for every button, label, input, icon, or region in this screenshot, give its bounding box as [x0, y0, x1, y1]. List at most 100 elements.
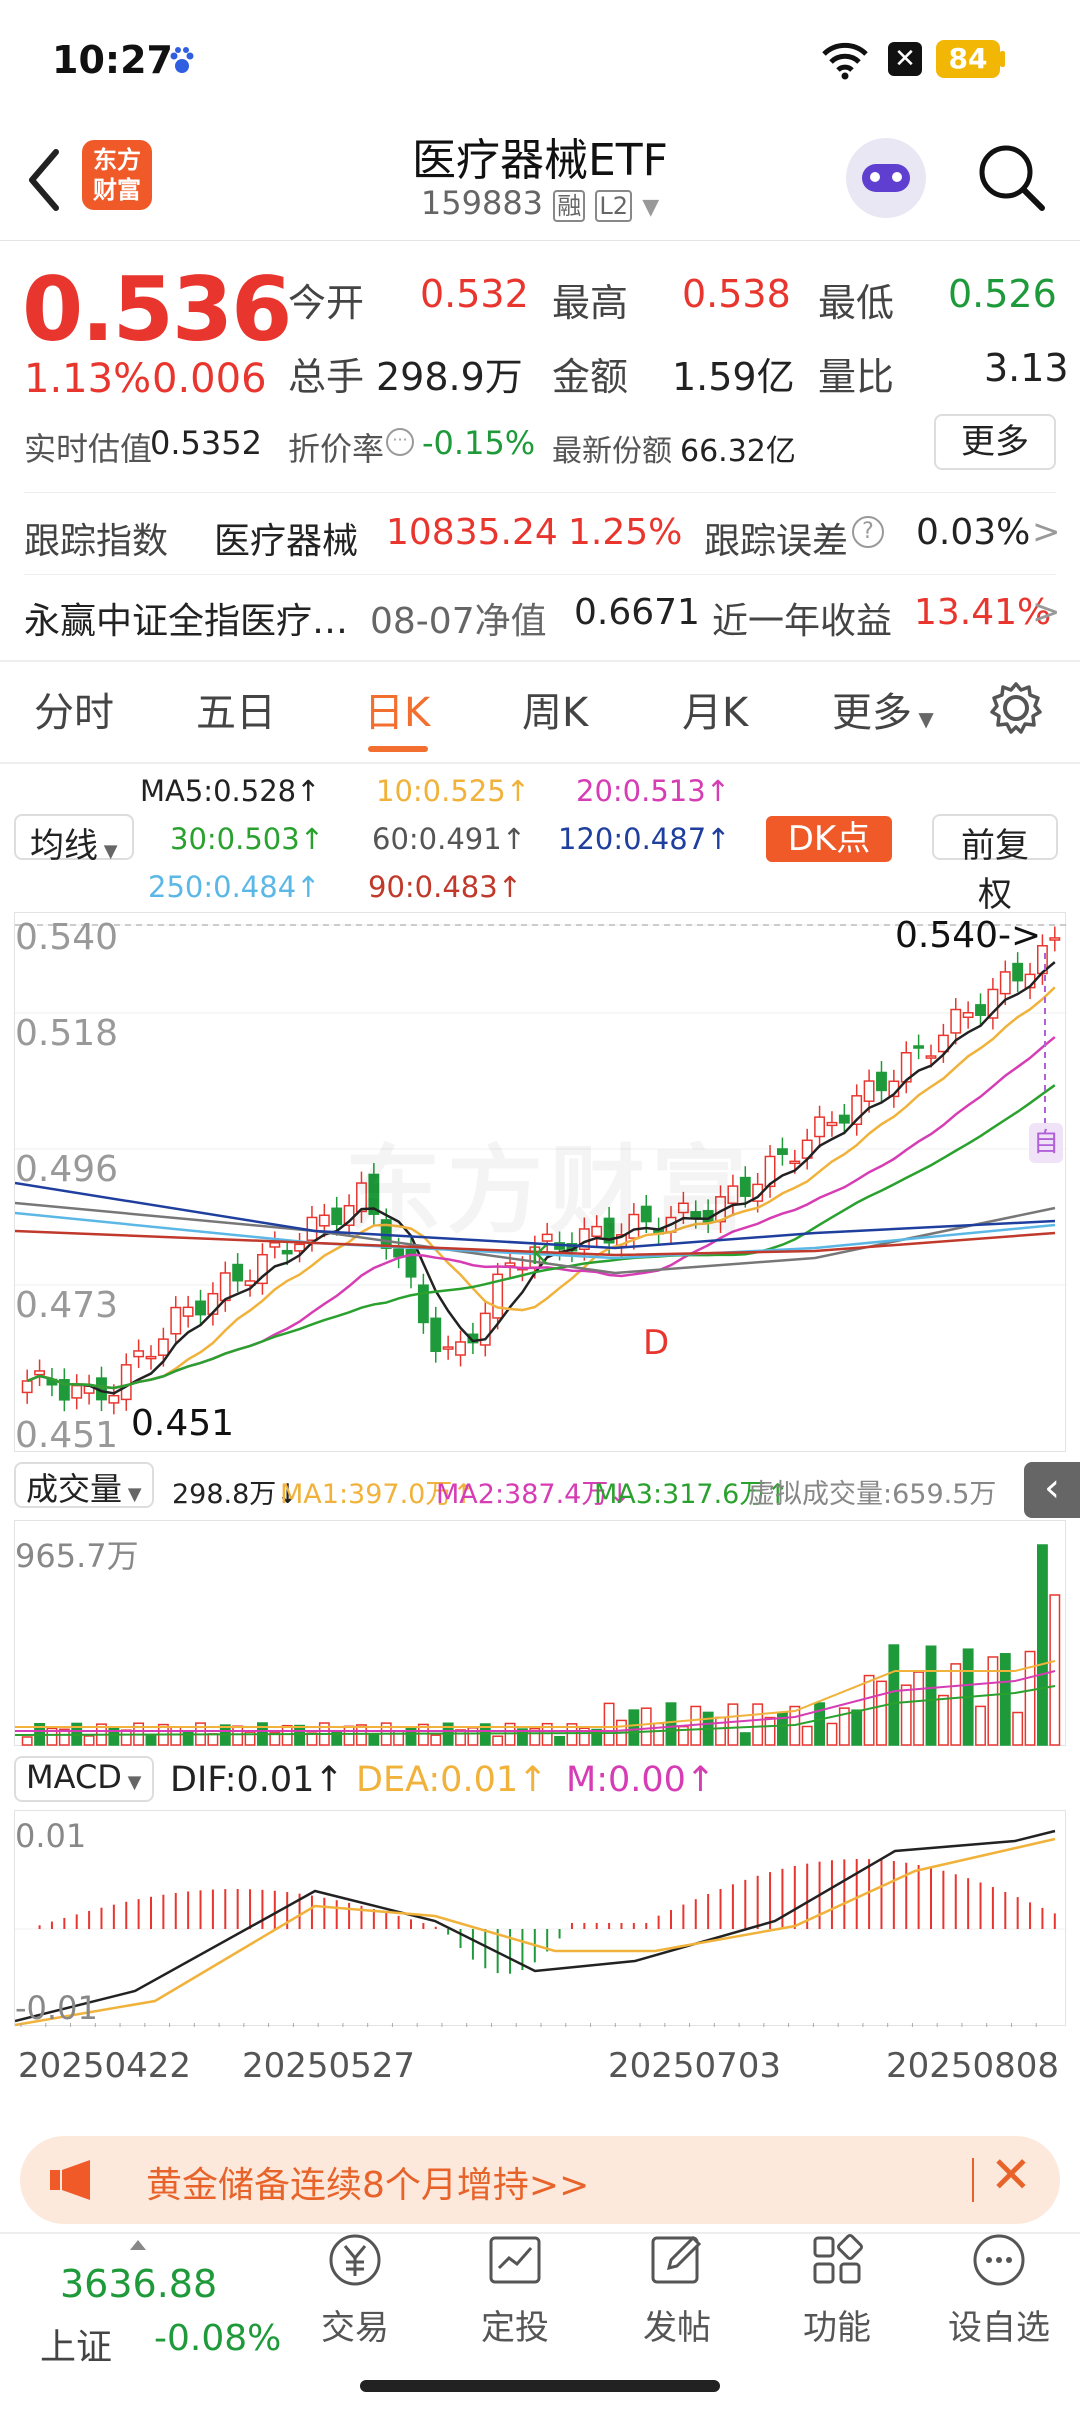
macd-chart[interactable]: 0.01 -0.01 — [14, 1810, 1067, 2027]
volume-max-label: 965.7万 — [15, 1537, 139, 1575]
caret-down-icon: ▼ — [912, 707, 934, 731]
caret-down-icon: ▼ — [122, 1484, 142, 1505]
macd-dea: DEA:0.01↑ — [356, 1760, 548, 1800]
more-dots-icon[interactable]: ··· — [386, 428, 414, 456]
volume-selector[interactable]: 成交量 ▼ — [14, 1462, 154, 1508]
candle — [34, 1370, 46, 1376]
battery-cap — [1000, 51, 1005, 67]
search-icon[interactable] — [976, 142, 1048, 214]
volume-bar — [170, 1726, 182, 1746]
ma-selector-label: 均线 — [30, 826, 98, 866]
y-axis-label: 0.518 — [15, 1013, 119, 1054]
candle — [281, 1249, 293, 1255]
tab-daily-k[interactable]: 日K — [364, 680, 430, 738]
gear-icon[interactable] — [988, 680, 1044, 736]
tracking-index-value: 10835.24 — [386, 512, 558, 553]
ma-selector[interactable]: 均线 ▼ — [14, 814, 134, 866]
nav-trade[interactable]: 交易 — [300, 2230, 410, 2349]
candle — [1049, 937, 1061, 941]
kline-chart[interactable]: 东方财富 0.540 0.518 0.496 0.473 0.451 0.540… — [14, 912, 1067, 2358]
y-axis-label: 0.451 — [15, 1415, 119, 1456]
volume-bar — [900, 1684, 912, 1746]
collapse-panel-button[interactable]: ‹ — [1024, 1462, 1080, 1518]
volume-bar — [640, 1707, 652, 1746]
fund-info-row[interactable]: 永赢中证全指医疗… 08-07净值 0.6671 近一年收益 13.41% > — [0, 580, 1080, 654]
help-icon[interactable]: ? — [852, 516, 884, 548]
candle — [170, 1306, 182, 1335]
candle — [999, 971, 1011, 995]
volume-bar — [1049, 1594, 1061, 1746]
macd-canvas — [15, 1829, 1067, 2027]
candle — [133, 1350, 145, 1358]
watermark: 东方财富 — [345, 1113, 753, 1252]
nav-value: 0.6671 — [574, 592, 700, 633]
tab-five-day[interactable]: 五日 — [196, 680, 276, 738]
nav-invest-plan[interactable]: 定投 — [460, 2230, 570, 2349]
more-button[interactable]: 更多 — [934, 414, 1056, 470]
tracking-index-row[interactable]: 跟踪指数 医疗器械 10835.24 1.25% 跟踪误差 ? 0.03% > — [0, 500, 1080, 574]
volume-bar — [232, 1725, 244, 1746]
ma120-label: 120:0.487↑ — [558, 822, 731, 856]
candle — [442, 1346, 454, 1350]
tab-weekly-k[interactable]: 周K — [522, 680, 588, 738]
volume-bar — [888, 1644, 900, 1746]
nav-post[interactable]: 发帖 — [622, 2230, 732, 2349]
tracking-index-name: 医疗器械 — [214, 521, 359, 562]
ma5-label: MA5:0.528↑ — [140, 774, 321, 808]
tab-intraday[interactable]: 分时 — [34, 680, 114, 738]
tab-more-label: 更多 — [832, 690, 912, 736]
caret-up-icon — [130, 2240, 146, 2250]
nav-label: 08-07净值 — [370, 601, 547, 642]
macd-m: M:0.00↑ — [566, 1760, 716, 1800]
nav-functions[interactable]: 功能 — [782, 2230, 892, 2349]
candle — [826, 1121, 838, 1127]
fund-name: 永赢中证全指医疗… — [24, 601, 349, 642]
status-bar: 10:27 ✕ 84 — [0, 0, 1080, 120]
promo-banner[interactable]: 黄金储备连续8个月增持>> ✕ — [20, 2136, 1060, 2224]
volume-value: 298.9万 — [376, 355, 523, 399]
ma30-label: 30:0.503↑ — [170, 822, 324, 856]
tracking-error-label: 跟踪误差 — [704, 521, 849, 562]
close-icon[interactable]: ✕ — [990, 2146, 1032, 2204]
macd-selector[interactable]: MACD ▼ — [14, 1756, 154, 1802]
assistant-avatar[interactable] — [846, 138, 926, 218]
market-index-value[interactable]: 3636.88 — [60, 2262, 217, 2306]
volume-bar — [727, 1703, 739, 1746]
battery-indicator: 84 — [936, 40, 1000, 78]
candle — [331, 1207, 343, 1226]
candle — [838, 1114, 850, 1124]
discount-value: -0.15% — [422, 424, 536, 462]
nav-label: 功能 — [803, 2308, 871, 2348]
high-label: 最高 — [552, 281, 629, 325]
candle — [219, 1272, 231, 1302]
d-marker: D — [643, 1323, 670, 1363]
banner-text: 黄金储备连续8个月增持>> — [146, 2165, 590, 2206]
security-code: 159883 — [420, 184, 544, 222]
megaphone-icon — [50, 2160, 90, 2200]
macd-dif: DIF:0.01↑ — [170, 1760, 344, 1800]
candle — [975, 1004, 986, 1016]
more-circle-icon — [973, 2234, 1025, 2286]
chevron-right-icon: > — [1032, 592, 1061, 632]
candle — [789, 1160, 801, 1165]
candle — [182, 1306, 194, 1317]
volume-bar — [739, 1732, 751, 1746]
macd-selector-label: MACD — [26, 1758, 122, 1796]
candle — [71, 1384, 83, 1399]
volume-ratio-value: 3.13 — [984, 346, 1069, 390]
adjust-button[interactable]: 前复权 — [932, 814, 1058, 915]
ma250-label: 250:0.484↑ — [148, 870, 321, 904]
candle — [776, 1148, 788, 1155]
wifi-icon — [822, 42, 868, 80]
volume-chart[interactable]: 965.7万 — [14, 1520, 1066, 1746]
tracking-label: 跟踪指数 — [24, 521, 169, 562]
nav-add-watchlist[interactable]: 设自选 — [944, 2230, 1054, 2349]
dk-point-button[interactable]: DK点 — [766, 816, 892, 862]
tab-more[interactable]: 更多 ▼ — [832, 680, 934, 738]
iopv-label: 实时估值 — [24, 430, 153, 468]
divider — [24, 574, 1056, 575]
margin-tag: 融 — [553, 190, 586, 222]
date-label: 20250422 — [18, 2046, 192, 2086]
high-value: 0.538 — [682, 272, 791, 316]
tab-monthly-k[interactable]: 月K — [682, 680, 748, 738]
